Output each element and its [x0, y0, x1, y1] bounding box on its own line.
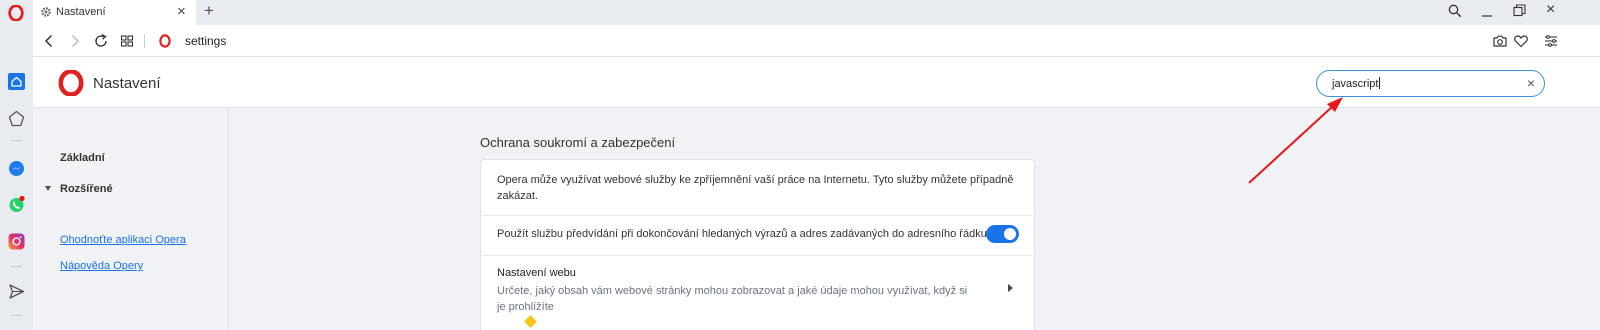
search-value: javascript: [1332, 77, 1381, 90]
restore-icon[interactable]: [1513, 4, 1526, 17]
site-settings-description: Určete, jaký obsah vám webové stránky mo…: [497, 285, 968, 313]
sidebar-divider: [11, 140, 22, 141]
opera-logo-icon: [159, 34, 171, 48]
nav-item-advanced[interactable]: Rozšířené: [45, 183, 113, 195]
opera-logo-icon: [58, 70, 84, 96]
web-services-description: Opera může využívat webové služby ke zpř…: [497, 174, 1014, 202]
gear-icon: [41, 7, 51, 17]
reload-icon[interactable]: [93, 33, 109, 49]
settings-header: Nastavení javascript ×: [33, 57, 1600, 108]
address-bar: settings: [33, 25, 1600, 57]
tabs-grid-icon[interactable]: [119, 33, 135, 49]
forward-icon[interactable]: [67, 33, 83, 49]
caret-down-icon: [45, 186, 51, 191]
chevron-right-icon[interactable]: [1008, 284, 1013, 292]
tab-bar: Nastavení × + ×: [0, 0, 1600, 25]
section-title: Ochrana soukromí a zabezpečení: [480, 135, 676, 150]
plus-icon[interactable]: +: [204, 2, 214, 20]
minimize-icon[interactable]: [1481, 4, 1493, 18]
page-title: Nastavení: [93, 75, 161, 92]
prediction-service-label: Použít službu předvídání při dokončování…: [497, 228, 987, 240]
speed-dial-icon[interactable]: [8, 110, 25, 127]
opera-window: Nastavení × + × settings Nastavení javas…: [0, 0, 1600, 330]
opera-logo-icon[interactable]: [8, 5, 24, 21]
row-divider: [481, 215, 1034, 216]
heart-icon[interactable]: [1513, 33, 1529, 49]
settings-nav: Základní Rozšířené Ohodnoťte aplikaci Op…: [33, 108, 229, 330]
search-icon[interactable]: [1448, 4, 1462, 18]
messenger-icon[interactable]: [8, 160, 25, 177]
home-icon[interactable]: [8, 73, 25, 90]
address-input[interactable]: settings: [185, 34, 226, 48]
tab-title: Nastavení: [56, 6, 106, 18]
privacy-card: Opera může využívat webové služby ke zpř…: [480, 159, 1035, 330]
send-icon[interactable]: [8, 283, 25, 300]
settings-search-input[interactable]: javascript ×: [1316, 70, 1545, 97]
back-icon[interactable]: [41, 33, 57, 49]
sidebar-divider: [11, 315, 22, 316]
nav-item-basic[interactable]: Základní: [60, 152, 105, 164]
sidebar-divider: [11, 266, 22, 267]
opera-sidebar: [0, 25, 33, 330]
close-icon[interactable]: ×: [177, 4, 186, 19]
clear-icon[interactable]: ×: [1527, 75, 1535, 91]
opera-help-link[interactable]: Nápověda Opery: [60, 260, 143, 272]
whatsapp-icon[interactable]: [8, 196, 25, 213]
toggle-knob: [1004, 228, 1016, 240]
easy-setup-icon[interactable]: [1543, 33, 1559, 49]
rate-opera-link[interactable]: Ohodnoťte aplikaci Opera: [60, 234, 186, 246]
close-window-icon[interactable]: ×: [1546, 2, 1555, 18]
instagram-icon[interactable]: [8, 233, 25, 250]
row-divider: [481, 255, 1034, 256]
camera-icon[interactable]: [1492, 33, 1508, 49]
site-settings-title[interactable]: Nastavení webu: [497, 267, 576, 279]
tab-settings[interactable]: Nastavení ×: [33, 0, 196, 25]
prediction-service-toggle[interactable]: [986, 225, 1019, 243]
address-separator: [144, 34, 145, 48]
